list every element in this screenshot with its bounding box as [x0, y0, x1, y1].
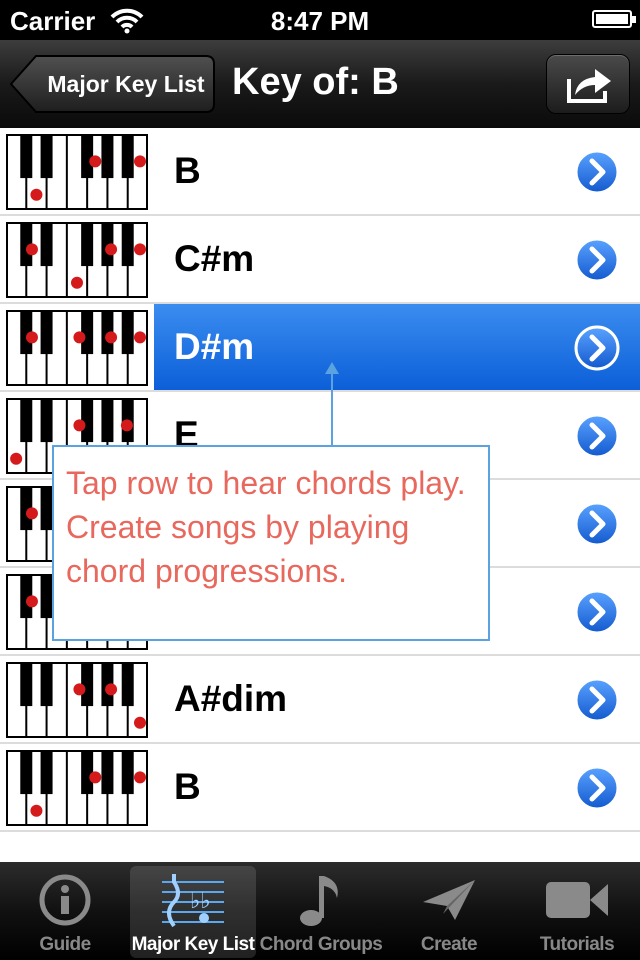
chord-name: B	[174, 766, 201, 807]
tooltip-callout: Tap row to hear chords play. Create song…	[52, 445, 490, 641]
piano-keyboard-icon	[6, 134, 148, 210]
tab-info[interactable]: Guide	[2, 866, 128, 958]
disclosure-button-icon[interactable]	[574, 237, 620, 283]
table-row[interactable]: A#dim	[0, 656, 640, 744]
tab-paper-plane[interactable]: Create	[386, 866, 512, 958]
chord-name: B	[174, 150, 201, 191]
clock: 8:47 PM	[270, 6, 370, 36]
tab-label: Major Key List	[131, 934, 255, 955]
battery-icon	[592, 10, 636, 28]
music-staff-icon: ♭♭	[130, 870, 256, 930]
info-icon	[2, 870, 128, 930]
status-bar: Carrier 8:47 PM	[0, 0, 640, 40]
piano-keyboard-icon	[6, 310, 148, 386]
disclosure-button-icon[interactable]	[574, 765, 620, 811]
chord-name: C#m	[174, 238, 255, 279]
video-camera-icon	[514, 870, 640, 930]
callout-arrow-icon	[325, 362, 339, 446]
tab-video-camera[interactable]: Tutorials	[514, 866, 640, 958]
tab-music-staff[interactable]: ♭♭ Major Key List	[130, 866, 256, 958]
disclosure-button-icon[interactable]	[574, 149, 620, 195]
share-icon	[567, 69, 611, 103]
tab-label: Create	[420, 934, 478, 955]
piano-keyboard-icon	[6, 662, 148, 738]
svg-text:♭♭: ♭♭	[190, 889, 211, 914]
tab-label: Tutorials	[539, 934, 615, 955]
disclosure-button-icon[interactable]	[574, 413, 620, 459]
tab-bar: Guide ♭♭ Major Key List Chord Groups Crea…	[0, 862, 640, 960]
table-row[interactable]: D#m	[0, 304, 640, 392]
table-row[interactable]: B	[0, 744, 640, 832]
chord-name: A#dim	[174, 678, 288, 719]
piano-keyboard-icon	[6, 750, 148, 826]
share-button[interactable]	[546, 54, 630, 114]
tab-music-note[interactable]: Chord Groups	[258, 866, 384, 958]
music-note-icon	[258, 870, 384, 930]
paper-plane-icon	[386, 870, 512, 930]
navigation-bar: Major Key List Key of: B	[0, 40, 640, 130]
table-row[interactable]: C#m	[0, 216, 640, 304]
disclosure-button-icon[interactable]	[574, 501, 620, 547]
back-button[interactable]: Major Key List	[10, 54, 216, 114]
disclosure-button-icon[interactable]	[574, 677, 620, 723]
callout-text: Tap row to hear chords play. Create song…	[66, 465, 466, 589]
piano-keyboard-icon	[6, 222, 148, 298]
table-row[interactable]: B	[0, 128, 640, 216]
tab-label: Chord Groups	[259, 934, 383, 955]
disclosure-button-icon[interactable]	[574, 589, 620, 635]
disclosure-button-icon[interactable]	[574, 325, 620, 371]
back-button-label: Major Key List	[47, 71, 205, 97]
chord-name: D#m	[174, 326, 255, 367]
page-title: Key of: B	[232, 61, 399, 103]
tab-label: Guide	[39, 934, 91, 955]
